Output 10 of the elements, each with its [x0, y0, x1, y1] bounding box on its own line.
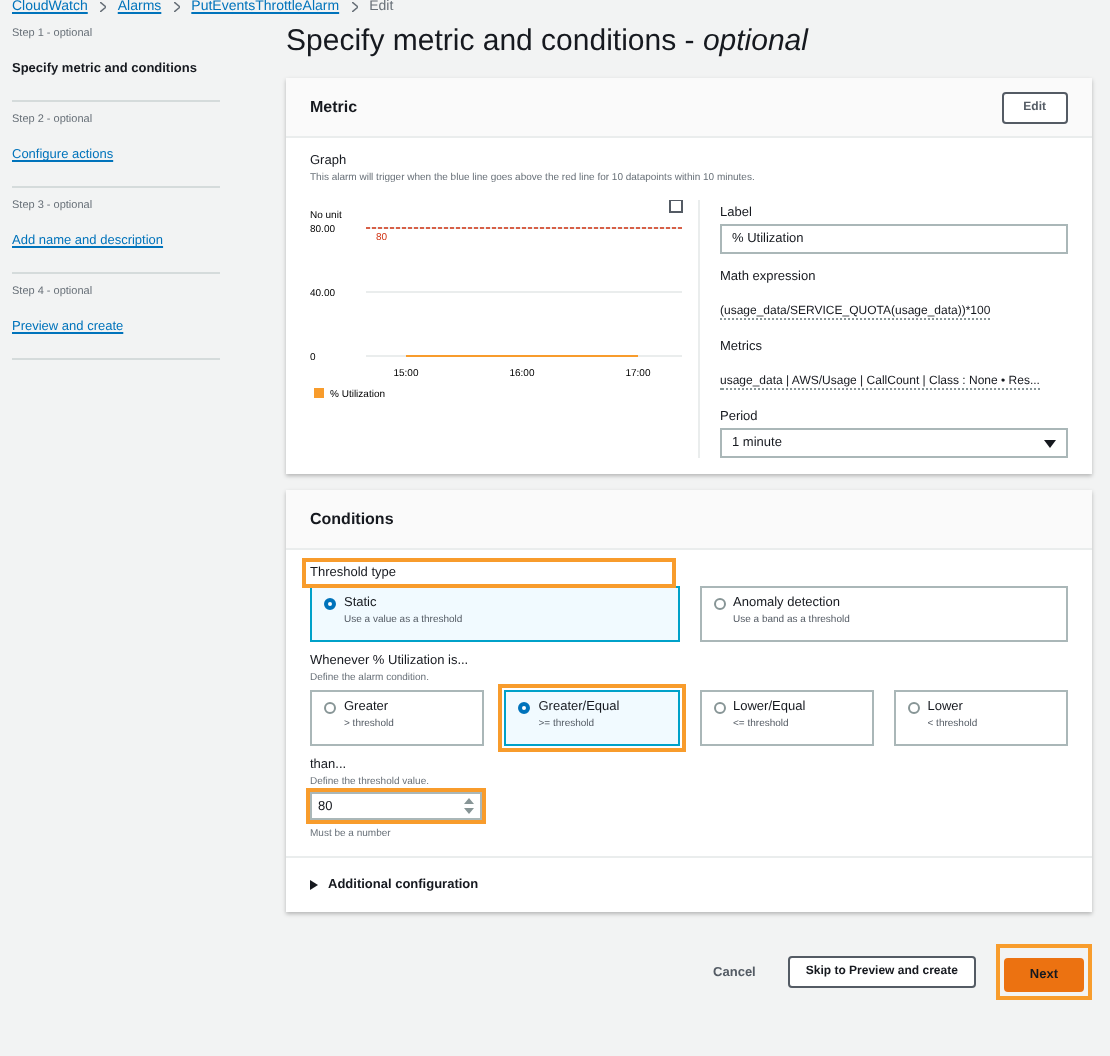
chevron-icon	[351, 2, 358, 12]
panel-title: Metric	[310, 98, 358, 116]
chevron-icon	[99, 2, 106, 12]
panel-title: Conditions	[310, 510, 394, 528]
spinner-icon[interactable]	[464, 798, 474, 814]
caret-icon	[310, 880, 318, 890]
chevron-icon	[173, 2, 180, 12]
expand-icon[interactable]	[669, 200, 683, 213]
caret-icon	[1044, 439, 1056, 447]
page-title: Specify metric and conditions - optional	[286, 24, 811, 58]
